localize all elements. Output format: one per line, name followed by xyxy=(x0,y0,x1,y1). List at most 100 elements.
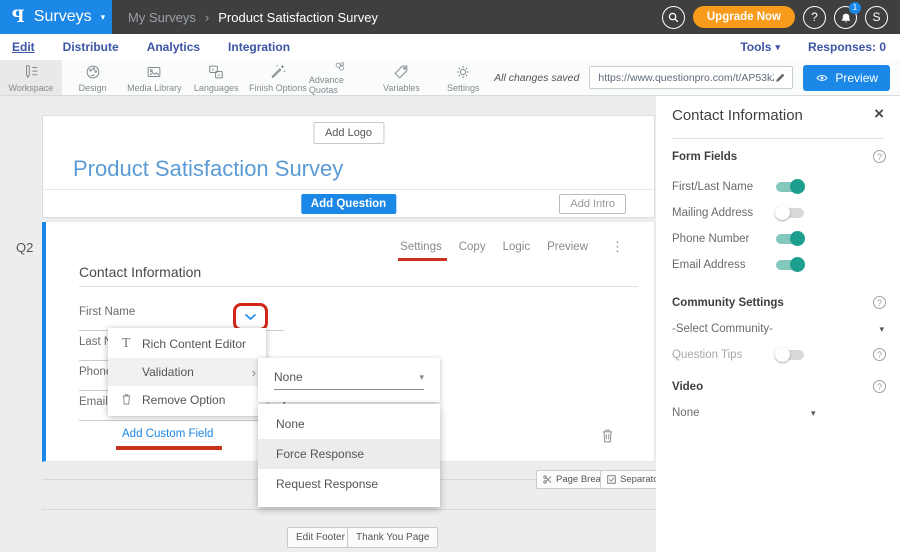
question-copy-link[interactable]: Copy xyxy=(459,241,486,253)
validation-selected-value: None xyxy=(274,370,303,384)
question-settings-sidebar: Contact Information × Form Fields ? Firs… xyxy=(656,96,900,552)
add-intro-button[interactable]: Add Intro xyxy=(559,194,626,214)
toggle-phone-number[interactable] xyxy=(776,232,806,245)
field-label-first-name[interactable]: First Name xyxy=(79,306,135,318)
topbar-actions: Upgrade Now ? 1 S xyxy=(662,6,900,29)
save-status: All changes saved xyxy=(494,72,579,84)
help-icon[interactable]: ? xyxy=(873,150,886,163)
account-avatar[interactable]: S xyxy=(865,6,888,29)
menu-item-rich-content-editor[interactable]: T Rich Content Editor xyxy=(108,330,266,358)
field-context-menu: T Rich Content Editor Validation › Remov… xyxy=(108,328,266,416)
validation-select[interactable]: None ▾ xyxy=(274,370,424,390)
add-question-button[interactable]: Add Question xyxy=(301,194,396,214)
option-request-response[interactable]: Request Response xyxy=(258,469,440,499)
video-select[interactable]: None xyxy=(672,407,700,419)
toolbar-settings[interactable]: Settings xyxy=(432,60,494,95)
menu-item-validation[interactable]: Validation › xyxy=(108,358,266,386)
tag-icon xyxy=(392,63,410,81)
chevron-down-icon: ▾ xyxy=(101,13,106,22)
toolbar-media-library[interactable]: Media Library xyxy=(124,60,186,95)
question-settings-link[interactable]: Settings xyxy=(400,241,442,253)
product-menu-label: Surveys xyxy=(34,8,92,26)
help-icon[interactable]: ? xyxy=(873,348,886,361)
chevron-down-icon: ▾ xyxy=(775,43,780,52)
question-preview-link[interactable]: Preview xyxy=(547,241,588,253)
toggle-first-last-name[interactable] xyxy=(776,180,806,193)
form-fields-heading: Form Fields xyxy=(672,151,737,163)
finish-options-label: Finish Options xyxy=(249,83,307,93)
tab-analytics[interactable]: Analytics xyxy=(147,40,200,54)
toolbar-design[interactable]: Design xyxy=(62,60,124,95)
workspace-icon xyxy=(22,63,40,81)
notifications-button[interactable]: 1 xyxy=(834,6,857,29)
field-input-email[interactable] xyxy=(79,420,284,421)
toggle-knob xyxy=(775,205,790,220)
toolbar-variables[interactable]: Variables xyxy=(371,60,433,95)
red-underline-annotation xyxy=(398,258,447,261)
add-logo-button[interactable]: Add Logo xyxy=(313,122,384,144)
question-logic-link[interactable]: Logic xyxy=(503,241,531,253)
option-force-response[interactable]: Force Response xyxy=(258,439,440,469)
toolbar-finish-options[interactable]: Finish Options xyxy=(247,60,309,95)
delete-question-button[interactable] xyxy=(601,428,614,448)
preview-button[interactable]: Preview xyxy=(803,65,890,91)
notification-badge: 1 xyxy=(849,2,861,14)
tab-edit[interactable]: Edit xyxy=(12,40,35,54)
settings-action-label: Settings xyxy=(400,241,442,253)
page-break-label: Page Break xyxy=(556,474,606,485)
footer-dotted-divider xyxy=(42,509,655,510)
tab-integration[interactable]: Integration xyxy=(228,40,290,54)
question-more-menu-icon[interactable]: ⋮ xyxy=(611,239,624,255)
product-menu[interactable]: P Surveys ▾ xyxy=(0,0,112,34)
question-mark-icon: ? xyxy=(811,10,818,24)
toggle-email-address[interactable] xyxy=(776,258,806,271)
edit-pencil-icon[interactable] xyxy=(774,72,786,84)
question-number-label: Q2 xyxy=(16,240,33,255)
chevron-down-icon[interactable]: ▾ xyxy=(879,324,884,335)
field-options-dropdown[interactable] xyxy=(233,303,268,331)
tools-menu[interactable]: Tools▾ xyxy=(740,40,780,54)
toggle-label-first-last-name: First/Last Name xyxy=(672,181,753,193)
question-title[interactable]: Contact Information xyxy=(79,264,201,280)
breadcrumb: My Surveys › Product Satisfaction Survey xyxy=(128,10,378,25)
upgrade-now-button[interactable]: Upgrade Now xyxy=(693,6,795,28)
menu-item-remove-option[interactable]: Remove Option xyxy=(108,386,266,414)
toolbar-languages[interactable]: xA Languages xyxy=(185,60,247,95)
tab-distribute[interactable]: Distribute xyxy=(63,40,119,54)
toggle-label-phone-number: Phone Number xyxy=(672,233,749,245)
toolbar-workspace[interactable]: Workspace xyxy=(0,60,62,95)
toggle-question-tips[interactable] xyxy=(776,348,806,361)
toggle-mailing-address[interactable] xyxy=(776,206,806,219)
breadcrumb-my-surveys[interactable]: My Surveys xyxy=(128,10,196,25)
breadcrumb-separator-icon: › xyxy=(205,10,209,25)
submenu-arrow-icon: › xyxy=(252,365,256,380)
help-icon[interactable]: ? xyxy=(873,296,886,309)
option-none[interactable]: None xyxy=(258,409,440,439)
chevron-down-icon[interactable]: ▾ xyxy=(811,408,816,419)
chevron-down-icon xyxy=(244,313,257,321)
responses-count[interactable]: Responses: 0 xyxy=(808,40,886,54)
sidebar-divider xyxy=(672,138,884,139)
questionpro-logo-icon: P xyxy=(12,7,25,27)
scissors-icon xyxy=(543,475,552,484)
help-button[interactable]: ? xyxy=(803,6,826,29)
close-icon[interactable]: × xyxy=(874,105,884,122)
survey-url-field[interactable]: https://www.questionpro.com/t/AP53kZgUI xyxy=(589,66,793,89)
help-icon[interactable]: ? xyxy=(873,380,886,393)
top-bar: P Surveys ▾ My Surveys › Product Satisfa… xyxy=(0,0,900,34)
edit-footer-button[interactable]: Edit Footer xyxy=(287,527,354,548)
search-button[interactable] xyxy=(662,6,685,29)
video-heading: Video xyxy=(672,381,703,393)
editor-toolbar: Workspace Design Media Library xA Langua… xyxy=(0,60,900,96)
rich-content-editor-label: Rich Content Editor xyxy=(142,337,246,351)
community-select[interactable]: -Select Community- xyxy=(672,323,773,335)
trash-icon xyxy=(601,428,614,443)
thank-you-page-button[interactable]: Thank You Page xyxy=(347,527,438,548)
toggle-knob xyxy=(790,179,805,194)
survey-header-card: Add Logo Product Satisfaction Survey Add… xyxy=(42,115,655,218)
add-custom-field-link[interactable]: Add Custom Field xyxy=(122,428,213,440)
design-palette-icon xyxy=(84,63,102,81)
survey-title[interactable]: Product Satisfaction Survey xyxy=(73,156,343,182)
toolbar-advance-quotas[interactable]: Advance Quotas xyxy=(309,60,371,95)
remove-option-label: Remove Option xyxy=(142,393,225,407)
